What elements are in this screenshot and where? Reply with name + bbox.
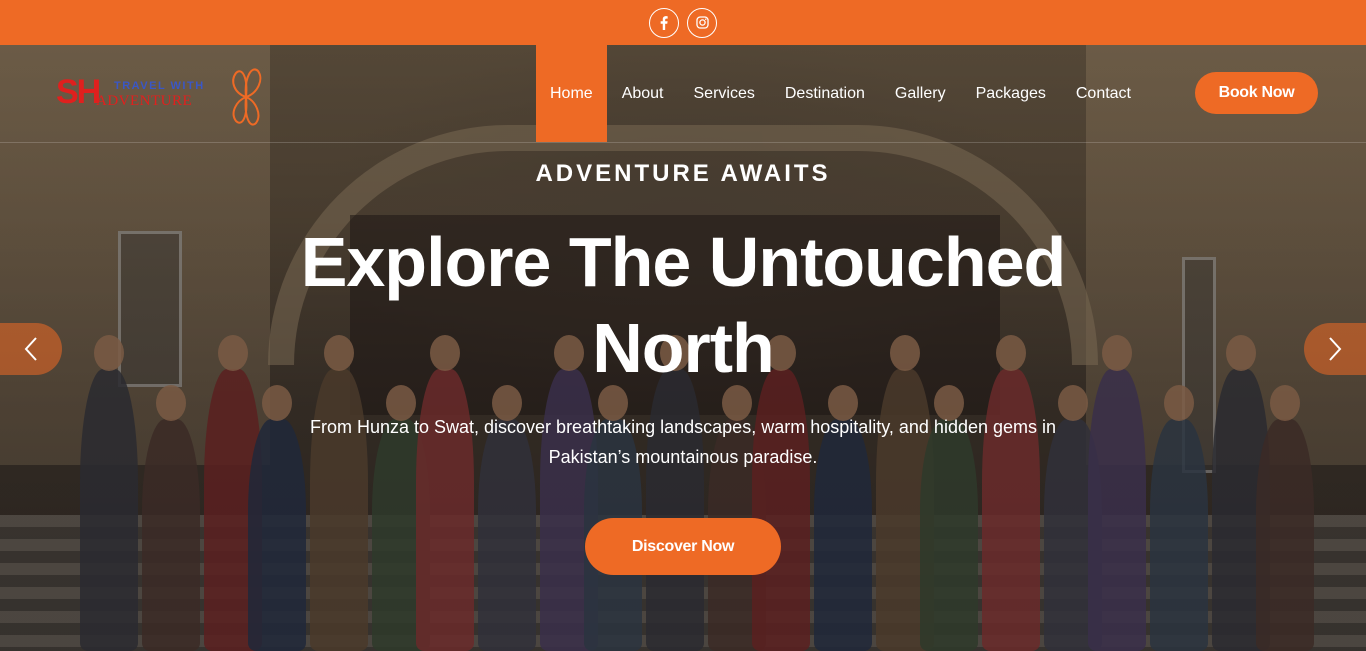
nav-gallery[interactable]: Gallery [880,45,961,142]
nav-home[interactable]: Home [536,45,607,142]
slider-prev-button[interactable] [0,323,62,375]
nav-services[interactable]: Services [679,45,770,142]
person-head [156,385,186,421]
person-silhouette [142,419,200,651]
person-head [1102,335,1132,371]
nav-about[interactable]: About [607,45,679,142]
hero-eyebrow: ADVENTURE AWAITS [535,160,831,187]
person-silhouette [1256,419,1314,651]
nav-contact[interactable]: Contact [1061,45,1146,142]
chevron-right-icon [1329,337,1342,361]
logo-tagline-top: TRAVEL WITH [114,80,205,92]
book-now-button[interactable]: Book Now [1195,72,1318,114]
facebook-icon [660,15,668,30]
person-head [1164,385,1194,421]
nav-destination[interactable]: Destination [770,45,880,142]
person-head [94,335,124,371]
main-menu: Home About Services Destination Gallery … [536,45,1146,142]
hero-description-line1: From Hunza to Swat, discover breathtakin… [309,417,1057,437]
instagram-icon [695,16,709,29]
hero-headline-line2: North [592,309,775,387]
social-topbar [0,0,1366,45]
person-silhouette [80,369,138,651]
logo-sh-text: SH [56,73,101,111]
nav-packages[interactable]: Packages [961,45,1061,142]
person-silhouette [1150,419,1208,651]
hero-description: From Hunza to Swat, discover breathtakin… [258,412,1108,472]
main-header: SH TRAVEL WITH ADVENTURE Home About Serv… [0,45,1366,143]
hero-headline-line1: Explore The Untouched [300,223,1067,301]
facebook-link[interactable] [649,7,679,38]
instagram-link[interactable] [687,7,717,38]
site-logo[interactable]: SH TRAVEL WITH ADVENTURE [56,65,268,127]
logo-tagline-bottom: ADVENTURE [96,93,193,109]
person-head [1270,385,1300,421]
chevron-left-icon [24,337,37,361]
person-head [1226,335,1256,371]
butterfly-logo-icon [232,68,262,126]
discover-now-button[interactable]: Discover Now [585,518,781,575]
person-head [218,335,248,371]
slider-next-button[interactable] [1304,323,1366,375]
hero-headline: Explore The Untouched North [283,219,1083,391]
hero-description-line2: Pakistan’s mountainous paradise. [548,447,818,467]
